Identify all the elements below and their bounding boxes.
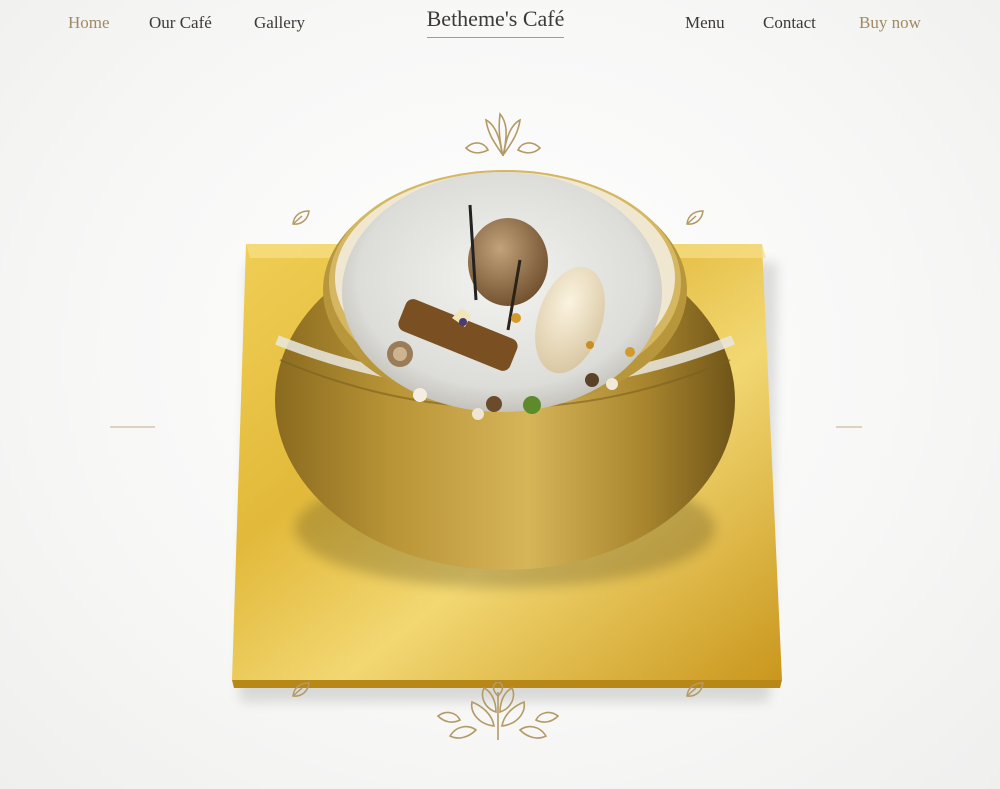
- leaf-icon: [292, 210, 310, 225]
- leaf-sprig-icon: [464, 112, 542, 157]
- nav-link-gallery[interactable]: Gallery: [254, 13, 305, 33]
- nav-link-menu[interactable]: Menu: [685, 13, 725, 33]
- leaf-bouquet-icon: [436, 682, 560, 740]
- nav-link-contact[interactable]: Contact: [763, 13, 816, 33]
- nav-link-our-cafe[interactable]: Our Café: [149, 13, 212, 33]
- nav-link-buy-now[interactable]: Buy now: [859, 13, 921, 33]
- brand-logo[interactable]: Betheme's Café: [423, 6, 568, 38]
- top-navigation: Home Our Café Gallery Betheme's Café Men…: [0, 0, 1000, 50]
- leaf-icon: [686, 210, 704, 225]
- nav-link-home[interactable]: Home: [68, 13, 110, 33]
- divider-mark: [110, 426, 155, 428]
- leaf-icon: [686, 682, 704, 697]
- brand-underline: [427, 37, 564, 38]
- brand-name: Betheme's Café: [426, 6, 565, 31]
- divider-mark: [836, 426, 862, 428]
- leaf-icon: [292, 682, 310, 697]
